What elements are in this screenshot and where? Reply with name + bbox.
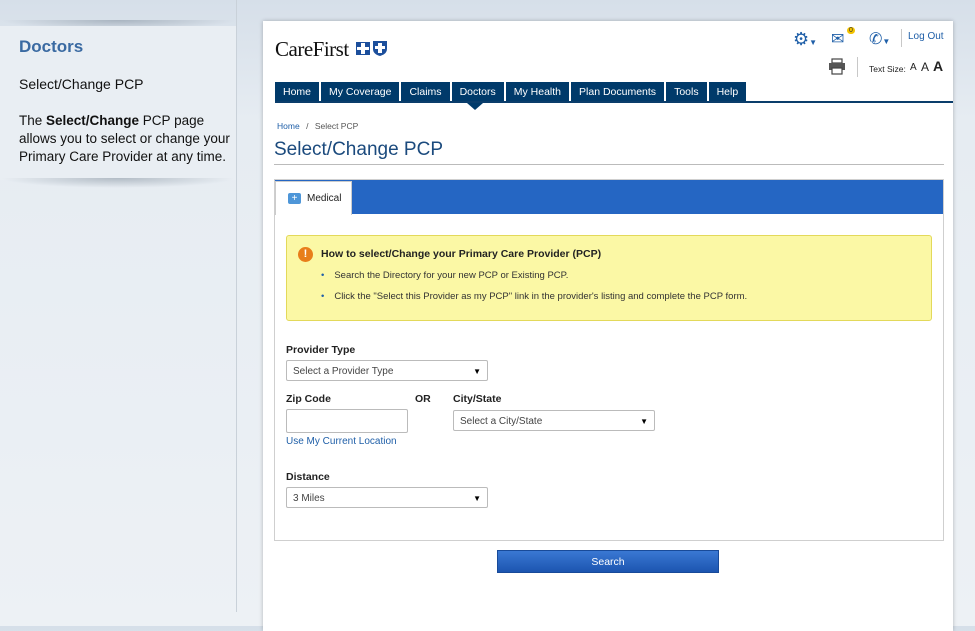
alert-bullet-text: Search the Directory for your new PCP or… — [334, 270, 569, 281]
nav-tab-help[interactable]: Help — [708, 82, 747, 102]
active-tab-pointer — [467, 103, 483, 110]
dropdown-arrow-icon: ▼ — [640, 417, 648, 426]
card-tab-bar: + Medical — [275, 180, 943, 215]
search-card: + Medical ! How to select/Change your Pr… — [274, 179, 944, 541]
tab-medical-label: Medical — [307, 193, 342, 204]
city-state-value: Select a City/State — [460, 416, 543, 427]
desc-prefix: The — [19, 113, 47, 128]
panel-bottom-shadow — [0, 178, 236, 188]
settings-gear-icon[interactable]: ⚙▼ — [793, 29, 817, 49]
medical-kit-icon: + — [288, 193, 301, 204]
carefirst-logo[interactable]: CareFirst — [275, 37, 349, 62]
city-state-select[interactable]: Select a City/State ▼ — [453, 410, 655, 431]
desc-bold: Select/Change — [46, 113, 140, 128]
mail-count-badge: 0 — [847, 27, 855, 34]
title-divider — [274, 164, 944, 165]
sidebar-description: The Select/Change PCP page allows you to… — [19, 112, 231, 166]
provider-type-value: Select a Provider Type — [293, 366, 394, 377]
tab-medical[interactable]: + Medical — [275, 181, 352, 215]
text-size-large[interactable]: A — [933, 58, 943, 74]
or-label: OR — [415, 393, 431, 405]
city-state-label: City/State — [453, 393, 502, 405]
alert-bullet: • Click the "Select this Provider as my P… — [321, 291, 747, 302]
nav-tab-my-coverage[interactable]: My Coverage — [321, 82, 400, 102]
distance-value: 3 Miles — [293, 493, 325, 504]
provider-type-label: Provider Type — [286, 344, 356, 356]
distance-select[interactable]: 3 Miles ▼ — [286, 487, 488, 508]
provider-type-select[interactable]: Select a Provider Type ▼ — [286, 360, 488, 381]
text-size-medium[interactable]: A — [921, 60, 929, 74]
alert-bullet: • Search the Directory for your new PCP o… — [321, 270, 568, 281]
phone-icon[interactable]: ✆▼ — [869, 29, 890, 49]
dropdown-arrow-icon: ▼ — [473, 494, 481, 503]
sidebar-heading: Doctors — [19, 37, 84, 56]
alert-title: How to select/Change your Primary Care P… — [321, 248, 602, 260]
bullet-dot-icon: • — [321, 270, 325, 281]
main-navigation: Home My Coverage Claims Doctors My Healt… — [275, 82, 747, 102]
breadcrumb: Home / Select PCP — [277, 121, 358, 131]
search-button[interactable]: Search — [497, 550, 719, 573]
zip-code-input[interactable] — [286, 409, 408, 433]
alert-bullet-text: Click the "Select this Provider as my PC… — [334, 291, 748, 302]
info-alert: ! How to select/Change your Primary Care… — [286, 235, 932, 321]
app-window: CareFirst ⚙▼ ✉ 0 ✆▼ Log Out Text Size: A… — [263, 21, 953, 631]
breadcrumb-home-link[interactable]: Home — [277, 121, 300, 131]
distance-label: Distance — [286, 471, 330, 483]
chevron-down-icon: ▼ — [809, 38, 818, 47]
breadcrumb-separator: / — [306, 121, 309, 131]
chevron-down-icon: ▼ — [882, 37, 891, 46]
nav-tab-plan-documents[interactable]: Plan Documents — [571, 82, 665, 102]
page-title: Select/Change PCP — [274, 139, 443, 160]
mail-icon[interactable]: ✉ — [831, 29, 844, 49]
left-help-panel: Doctors Select/Change PCP The Select/Cha… — [0, 0, 237, 612]
nav-tab-my-health[interactable]: My Health — [505, 82, 570, 102]
nav-tab-tools[interactable]: Tools — [666, 82, 707, 102]
nav-tab-doctors[interactable]: Doctors — [451, 82, 504, 102]
printer-icon[interactable] — [828, 58, 846, 75]
breadcrumb-current: Select PCP — [314, 121, 359, 131]
text-size-small[interactable]: A — [910, 62, 917, 73]
bcbs-logo-icon — [356, 41, 387, 56]
logout-link[interactable]: Log Out — [908, 31, 944, 42]
bullet-dot-icon: • — [321, 291, 325, 302]
warning-icon: ! — [298, 247, 313, 262]
nav-tab-home[interactable]: Home — [275, 82, 320, 102]
zip-code-label: Zip Code — [286, 393, 331, 405]
header-divider — [901, 29, 902, 47]
nav-underline — [275, 101, 953, 103]
text-size-label: Text Size: — [869, 64, 906, 74]
dropdown-arrow-icon: ▼ — [473, 367, 481, 376]
header-divider — [857, 57, 858, 77]
use-current-location-link[interactable]: Use My Current Location — [286, 436, 397, 447]
sidebar-subheading: Select/Change PCP — [19, 76, 144, 92]
nav-tab-claims[interactable]: Claims — [401, 82, 450, 102]
